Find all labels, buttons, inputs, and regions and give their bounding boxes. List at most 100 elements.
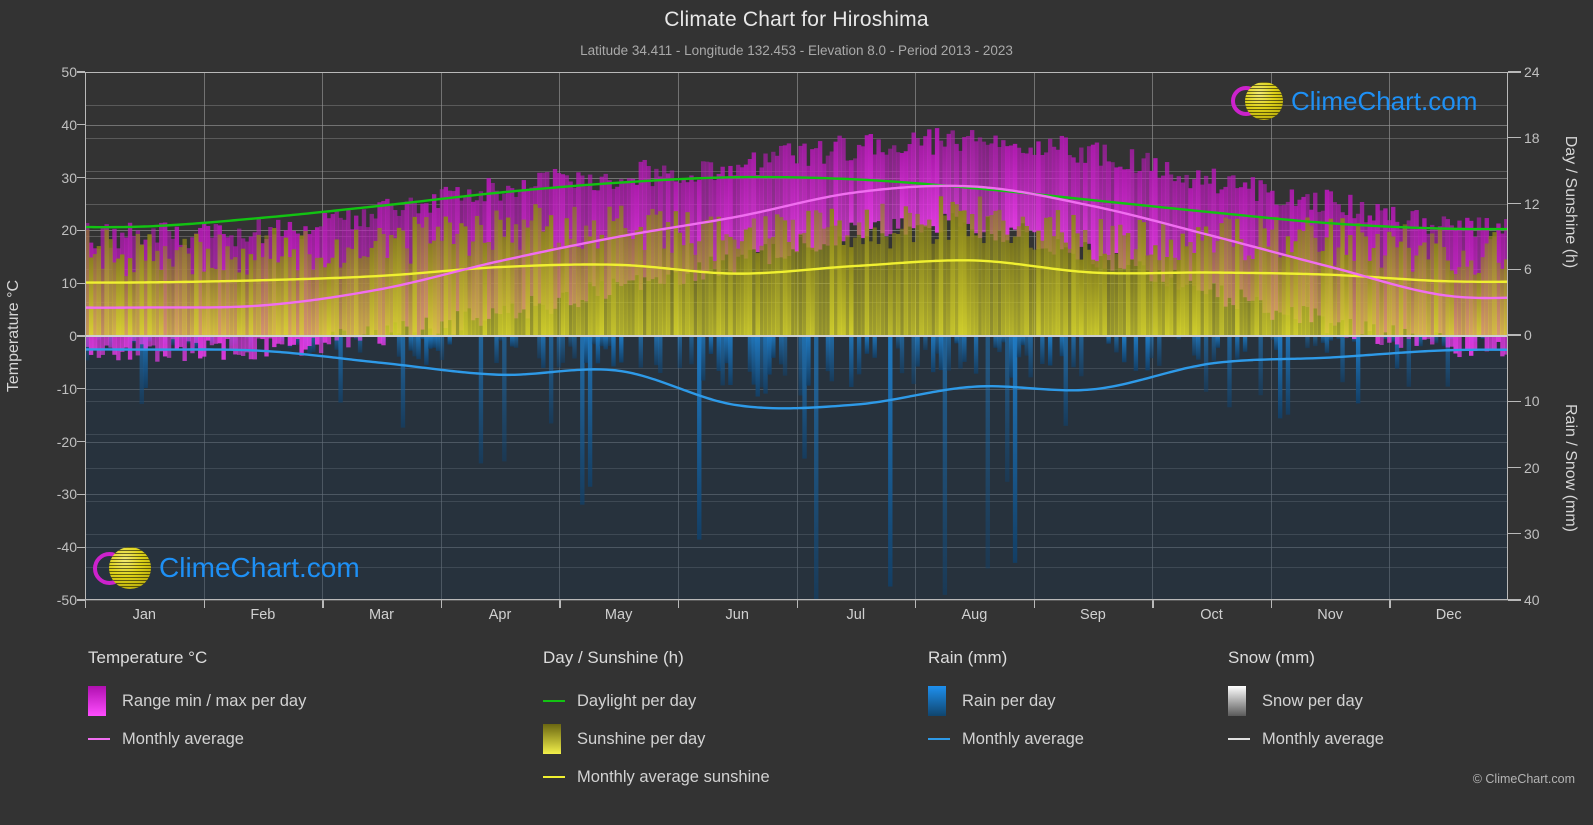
right-axis-tick-mark xyxy=(1508,466,1521,469)
left-axis-tick-mark xyxy=(77,335,85,337)
legend-item-label: Monthly average xyxy=(122,729,244,748)
left-axis-tick-mark xyxy=(77,124,85,126)
legend-item-label: Range min / max per day xyxy=(122,691,307,710)
right-axis-tick-mark xyxy=(1508,71,1521,73)
legend-line-icon xyxy=(543,699,565,703)
left-axis-tick-label: -20 xyxy=(56,433,77,450)
climate-chart-page: Climate Chart for Hiroshima Latitude 34.… xyxy=(0,0,1593,825)
legend-item[interactable]: Monthly average xyxy=(1228,720,1384,758)
left-axis-tick-label: 0 xyxy=(69,328,77,344)
brand-logo-watermark: ClimeChart.com xyxy=(93,547,360,589)
x-axis-tick-mark xyxy=(1152,600,1154,608)
logo-sun-icon xyxy=(109,547,151,589)
legend-item-label: Rain per day xyxy=(962,691,1056,710)
right-axis-tick-label-hours: 18 xyxy=(1524,129,1540,146)
brand-logo-top: ClimeChart.com xyxy=(1231,82,1477,120)
legend-item[interactable]: Sunshine per day xyxy=(543,720,770,758)
right-axis-tick-mark xyxy=(1508,268,1521,270)
x-axis-tick-mark xyxy=(85,600,87,608)
right-axis-tick-label-mm: 30 xyxy=(1524,525,1540,542)
x-axis-tick-mark xyxy=(1389,600,1391,608)
x-axis-tick-mark xyxy=(203,600,205,608)
left-axis-tick-mark xyxy=(77,388,85,390)
x-axis-tick-mark xyxy=(559,600,561,608)
legend-swatch-icon xyxy=(1228,686,1246,716)
x-axis-tick-label: Apr xyxy=(488,607,512,623)
page-subtitle: Latitude 34.411 - Longitude 132.453 - El… xyxy=(580,43,1013,58)
legend-line-icon xyxy=(543,775,565,779)
legend-swatch-icon xyxy=(928,686,946,716)
zero-baseline xyxy=(85,335,1508,337)
gridline-horizontal-mm xyxy=(85,600,1508,601)
legend-item[interactable]: Range min / max per day xyxy=(88,682,306,720)
legend-item[interactable]: Monthly average xyxy=(88,720,306,758)
legend-key xyxy=(1228,737,1262,741)
legend-item[interactable]: Daylight per day xyxy=(543,682,770,720)
left-axis-tick-mark xyxy=(77,546,85,548)
x-axis-tick-label: Oct xyxy=(1200,607,1223,623)
legend-key xyxy=(928,686,962,716)
x-axis-tick-mark xyxy=(440,600,443,608)
right-axis-tick-mark xyxy=(1508,533,1521,535)
left-axis-tick-mark xyxy=(77,599,85,601)
right-axis-tick-mark xyxy=(1508,599,1521,601)
legend-key xyxy=(1228,686,1262,716)
legend-swatch-icon xyxy=(88,686,106,716)
legend-key xyxy=(543,724,577,754)
legend-group-title: Day / Sunshine (h) xyxy=(543,648,684,667)
logo-sun-icon xyxy=(1245,82,1283,120)
left-axis-tick-mark xyxy=(77,493,85,496)
right-axis-tick-label-mm: 20 xyxy=(1524,459,1540,476)
legend-group: Temperature °C Range min / max per day Mon… xyxy=(88,648,306,758)
legend-line-icon xyxy=(928,737,950,741)
x-axis-tick-label: Dec xyxy=(1435,607,1462,623)
left-axis-tick-label: -10 xyxy=(56,380,77,397)
x-axis-tick-mark xyxy=(677,600,680,608)
x-axis-tick-label: Feb xyxy=(250,607,276,623)
left-axis-tick-mark xyxy=(77,440,85,443)
right-axis-tick-mark xyxy=(1508,400,1521,402)
right-axis-tick-mark xyxy=(1508,202,1521,205)
legend-line-icon xyxy=(88,737,110,741)
legend-item[interactable]: Monthly average xyxy=(928,720,1084,758)
chart-legend: Temperature °C Range min / max per day Mon… xyxy=(0,648,1593,825)
legend-key xyxy=(928,737,962,741)
legend-key xyxy=(543,699,577,703)
x-axis-tick-label: Sep xyxy=(1080,607,1106,623)
right-axis-tick-mark xyxy=(1508,334,1521,336)
x-axis-tick-label: Aug xyxy=(961,607,988,623)
legend-swatch-icon xyxy=(543,724,561,754)
x-axis-tick-mark xyxy=(1033,600,1036,608)
legend-key xyxy=(88,686,122,716)
right-axis-tick-mark xyxy=(1508,137,1521,139)
brand-name-watermark: ClimeChart.com xyxy=(159,552,360,583)
x-axis-tick-label: May xyxy=(604,607,633,623)
legend-item-label: Monthly average sunshine xyxy=(577,767,770,786)
legend-group: Rain (mm) Rain per day Monthly average xyxy=(928,648,1084,758)
right-axis-tick-label-hours: 6 xyxy=(1524,261,1532,278)
left-axis-tick-mark xyxy=(77,71,85,73)
legend-item[interactable]: Snow per day xyxy=(1228,682,1384,720)
legend-item[interactable]: Monthly average sunshine xyxy=(543,758,770,796)
chart-plot-area: ClimeChart.com ClimeChart.com xyxy=(85,72,1508,601)
legend-group-title: Snow (mm) xyxy=(1228,648,1315,667)
x-axis-tick-label: Jul xyxy=(846,607,866,623)
legend-item[interactable]: Rain per day xyxy=(928,682,1084,720)
left-axis-tick-label: -40 xyxy=(56,539,77,556)
left-axis-tick-mark xyxy=(77,176,85,179)
x-axis-tick-label: Jun xyxy=(725,607,749,623)
right-axis-tick-label-mm: 10 xyxy=(1524,393,1540,410)
legend-group-title: Temperature °C xyxy=(88,648,208,667)
left-axis-tick-label: 10 xyxy=(61,275,77,292)
legend-group: Snow (mm) Snow per day Monthly average xyxy=(1228,648,1384,758)
right-axis-tick-label-hours: 24 xyxy=(1524,64,1540,80)
left-axis-tick-label: 30 xyxy=(61,169,77,186)
left-axis-tick-label: 40 xyxy=(61,116,77,133)
brand-name-top: ClimeChart.com xyxy=(1291,85,1478,116)
left-axis-tick-mark xyxy=(77,282,85,284)
legend-item-label: Daylight per day xyxy=(577,691,697,710)
left-axis-tick-label: -30 xyxy=(56,486,77,503)
legend-group-title: Rain (mm) xyxy=(928,648,1008,667)
x-axis-tick-label: Nov xyxy=(1317,607,1344,623)
x-axis-tick-mark xyxy=(1270,600,1273,608)
